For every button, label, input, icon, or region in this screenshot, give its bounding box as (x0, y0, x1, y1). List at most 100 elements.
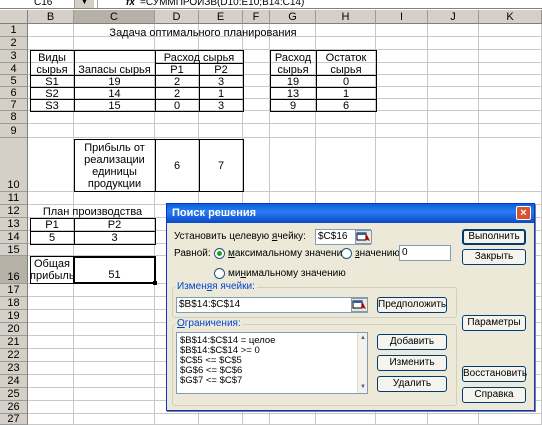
chevron-down-icon[interactable]: ▼ (74, 0, 94, 8)
row-header[interactable]: 23 (0, 362, 28, 375)
min-radio[interactable] (214, 268, 225, 279)
column-header[interactable]: E (199, 10, 243, 24)
row-header[interactable]: 27 (0, 414, 28, 425)
row-header[interactable]: 10 (0, 138, 28, 192)
column-header[interactable]: D (155, 10, 199, 24)
table-border (30, 244, 155, 245)
add-constraint-button[interactable]: Добавить (377, 334, 447, 350)
help-button[interactable]: Справка (462, 387, 526, 403)
row-header[interactable]: 3 (0, 50, 28, 63)
plan-value-p2: 3 (111, 232, 118, 244)
table-border (155, 50, 156, 112)
row-header[interactable]: 19 (0, 310, 28, 323)
plan-value-p1: 5 (48, 232, 56, 244)
row-header[interactable]: 4 (0, 63, 28, 75)
profit-label-2: реализации (84, 154, 145, 166)
row-header[interactable]: 9 (0, 124, 28, 138)
scrollbar[interactable]: ▲ ▼ (357, 333, 367, 393)
row-header[interactable]: 15 (0, 244, 28, 256)
table-border (270, 50, 271, 112)
options-button[interactable]: Параметры (462, 315, 526, 331)
row-header[interactable]: 21 (0, 336, 28, 349)
row-header[interactable]: 7 (0, 99, 28, 111)
close-button[interactable]: Закрыть (462, 249, 526, 265)
fill-handle[interactable] (153, 281, 157, 285)
name-box[interactable]: C16 ▼ (0, 0, 98, 8)
row-header[interactable]: 14 (0, 231, 28, 244)
table-border (74, 139, 75, 192)
table-border (30, 283, 74, 284)
table-border (30, 50, 243, 51)
plan-header-p2: P2 (107, 219, 122, 231)
table-border (30, 256, 74, 257)
constraints-list[interactable]: $B$14:$C$14 = целое $B$14:$C$14 >= 0 $C$… (176, 332, 368, 394)
row-header[interactable]: 5 (0, 75, 28, 87)
table-border (30, 75, 243, 76)
column-header[interactable]: C (74, 10, 155, 24)
table-border (30, 50, 31, 112)
row-header[interactable]: 8 (0, 111, 28, 124)
change-constraint-button[interactable]: Изменить (377, 355, 447, 371)
max-radio-label: максимальному значению (228, 248, 350, 259)
reset-button[interactable]: Восстановить (462, 366, 527, 382)
value-radio[interactable] (341, 248, 352, 259)
total-label-1: Общая (34, 258, 70, 270)
table-border (270, 87, 376, 88)
table-border (243, 50, 244, 112)
close-icon[interactable]: × (516, 206, 531, 220)
table-border (74, 139, 243, 140)
scroll-up-icon[interactable]: ▲ (359, 334, 367, 343)
column-header[interactable]: F (243, 10, 270, 24)
target-cell-label: Установить целевую ячейку: (174, 231, 306, 242)
row-header[interactable]: 12 (0, 205, 28, 218)
row-header[interactable]: 2 (0, 37, 28, 50)
plan-header-p1: P1 (45, 219, 59, 231)
formula-input[interactable]: =СУММПРОИЗВ(D10:E10;B14:C14) (140, 0, 304, 8)
row-header[interactable]: 17 (0, 284, 28, 297)
function-icon[interactable]: fx (126, 0, 135, 8)
table-border (30, 111, 243, 112)
row-header[interactable]: 16 (0, 256, 28, 284)
row-header[interactable]: 13 (0, 218, 28, 231)
row-header[interactable]: 11 (0, 192, 28, 205)
table-border (30, 218, 31, 245)
formula-bar: C16 ▼ fx =СУММПРОИЗВ(D10:E10;B14:C14) (0, 0, 542, 9)
row-header[interactable]: 25 (0, 388, 28, 401)
column-header[interactable]: G (270, 10, 316, 24)
delete-constraint-button[interactable]: Удалить (377, 376, 447, 392)
profit-p2: 7 (217, 160, 225, 172)
column-header[interactable]: K (479, 10, 542, 24)
gridline (28, 137, 542, 138)
table-border (74, 191, 243, 192)
column-header[interactable]: H (316, 10, 376, 24)
header-resource-kind-1: Виды (38, 52, 66, 64)
column-header[interactable]: I (376, 10, 428, 24)
select-all-corner[interactable] (0, 10, 28, 24)
row-header[interactable]: 24 (0, 375, 28, 388)
row-header[interactable]: 1 (0, 24, 28, 37)
name-box-value: C16 (34, 0, 53, 8)
value-input[interactable]: 0 (399, 245, 451, 261)
scroll-down-icon[interactable]: ▼ (359, 383, 367, 392)
row-header[interactable]: 18 (0, 297, 28, 310)
column-header[interactable]: B (28, 10, 74, 24)
list-item[interactable]: $G$7 <= $C$7 (177, 376, 367, 386)
row-header[interactable]: 6 (0, 87, 28, 99)
solver-dialog: Поиск решения × Установить целевую ячейк… (166, 203, 535, 411)
collapse-dialog-icon[interactable] (351, 298, 368, 312)
max-radio[interactable] (214, 248, 225, 259)
dialog-title[interactable]: Поиск решения (167, 204, 534, 223)
active-cell-c16[interactable] (73, 256, 156, 284)
changing-cells-input[interactable]: $B$14:$C$14 (176, 297, 368, 313)
solve-button[interactable]: Выполнить (462, 229, 526, 245)
column-header[interactable]: J (428, 10, 479, 24)
collapse-dialog-icon[interactable] (355, 230, 372, 244)
table-border (199, 63, 200, 112)
row-header[interactable]: 20 (0, 323, 28, 336)
table-border (199, 139, 200, 192)
guess-button[interactable]: Предположить (377, 297, 447, 313)
profit-p1: 6 (173, 160, 181, 172)
table-border (30, 99, 243, 100)
row-header[interactable]: 22 (0, 349, 28, 362)
min-radio-label: минимальному значению (228, 268, 346, 279)
